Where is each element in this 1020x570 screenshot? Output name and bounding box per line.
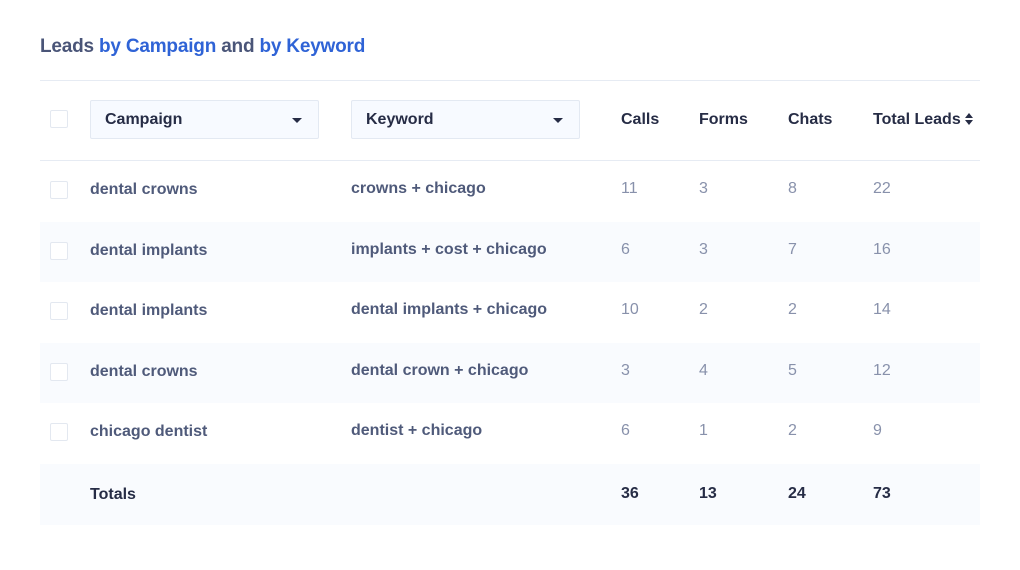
cell-campaign: dental implants xyxy=(90,302,208,319)
column-header-calls: Calls xyxy=(621,111,660,128)
cell-campaign: dental implants xyxy=(90,241,208,259)
cell-total-leads: 22 xyxy=(873,180,891,197)
cell-calls: 6 xyxy=(621,240,630,258)
page-title: Leads by Campaign and by Keyword xyxy=(40,36,365,58)
table-row: dental implants dental implants + chicago… xyxy=(40,282,980,343)
totals-chats: 24 xyxy=(788,484,806,502)
cell-keyword: crowns + chicago xyxy=(351,180,486,197)
cell-keyword: dental implants + chicago xyxy=(351,301,548,318)
totals-calls: 36 xyxy=(621,484,639,502)
total-leads-label: Total Leads xyxy=(873,111,961,128)
cell-keyword: dentist + chicago xyxy=(351,422,483,439)
row-checkbox[interactable] xyxy=(50,362,68,381)
cell-chats: 5 xyxy=(788,361,797,379)
cell-total-leads: 16 xyxy=(873,240,891,258)
cell-calls: 3 xyxy=(621,361,630,379)
title-by-keyword: by Keyword xyxy=(259,36,366,57)
campaign-select-label: Campaign xyxy=(105,111,183,128)
row-checkbox[interactable] xyxy=(50,181,68,199)
table-row: chicago dentist dentist + chicago 6 1 2 9 xyxy=(40,403,980,464)
cell-forms: 1 xyxy=(699,422,708,439)
sort-up-down-icon[interactable] xyxy=(964,112,975,125)
cell-keyword: dental crown + chicago xyxy=(351,361,529,379)
cell-chats: 2 xyxy=(788,301,797,318)
campaign-filter-select[interactable]: Campaign xyxy=(90,100,319,139)
title-by-campaign: by Campaign xyxy=(99,36,217,57)
cell-campaign: dental crowns xyxy=(90,181,198,198)
column-header-forms: Forms xyxy=(699,111,748,128)
row-checkbox[interactable] xyxy=(50,302,68,320)
table-row: dental crowns crowns + chicago 11 3 8 22 xyxy=(40,161,980,222)
cell-forms: 4 xyxy=(699,361,708,379)
table-row: dental implants implants + cost + chicago… xyxy=(40,221,980,282)
cell-total-leads: 14 xyxy=(873,301,891,318)
cell-campaign: chicago dentist xyxy=(90,423,208,440)
table-body: dental crowns crowns + chicago 11 3 8 22 denta… xyxy=(40,161,980,464)
cell-calls: 11 xyxy=(621,180,638,197)
title-and: and xyxy=(216,36,260,57)
cell-campaign: dental crowns xyxy=(90,362,198,380)
totals-row: Totals 36 13 24 73 xyxy=(40,463,980,525)
caret-down-icon xyxy=(553,118,563,123)
table-row: dental crowns dental crown + chicago 3 4 5 12 xyxy=(40,342,980,403)
cell-chats: 7 xyxy=(788,240,797,258)
cell-calls: 10 xyxy=(621,301,639,318)
leads-table: Campaign Keyword Calls Forms Chats Total… xyxy=(40,81,980,525)
cell-total-leads: 12 xyxy=(873,361,891,379)
keyword-select-label: Keyword xyxy=(366,111,434,128)
row-checkbox[interactable] xyxy=(50,241,68,260)
cell-forms: 3 xyxy=(699,180,708,197)
cell-calls: 6 xyxy=(621,422,630,439)
totals-label: Totals xyxy=(90,485,136,503)
cell-chats: 2 xyxy=(788,422,797,439)
cell-chats: 8 xyxy=(788,180,797,197)
caret-down-icon xyxy=(292,118,302,123)
cell-keyword: implants + cost + chicago xyxy=(351,240,547,258)
column-header-total-leads[interactable]: Total Leads xyxy=(873,111,975,129)
cell-forms: 2 xyxy=(699,301,708,318)
totals-total-leads: 73 xyxy=(873,484,891,502)
title-leads: Leads xyxy=(40,36,99,57)
row-checkbox[interactable] xyxy=(50,423,68,441)
keyword-filter-select[interactable]: Keyword xyxy=(351,100,580,139)
column-header-chats: Chats xyxy=(788,111,833,128)
cell-forms: 3 xyxy=(699,240,708,258)
cell-total-leads: 9 xyxy=(873,422,882,439)
totals-forms: 13 xyxy=(699,484,717,502)
select-all-checkbox[interactable] xyxy=(50,110,68,128)
table-header: Campaign Keyword Calls Forms Chats Total… xyxy=(40,81,980,161)
